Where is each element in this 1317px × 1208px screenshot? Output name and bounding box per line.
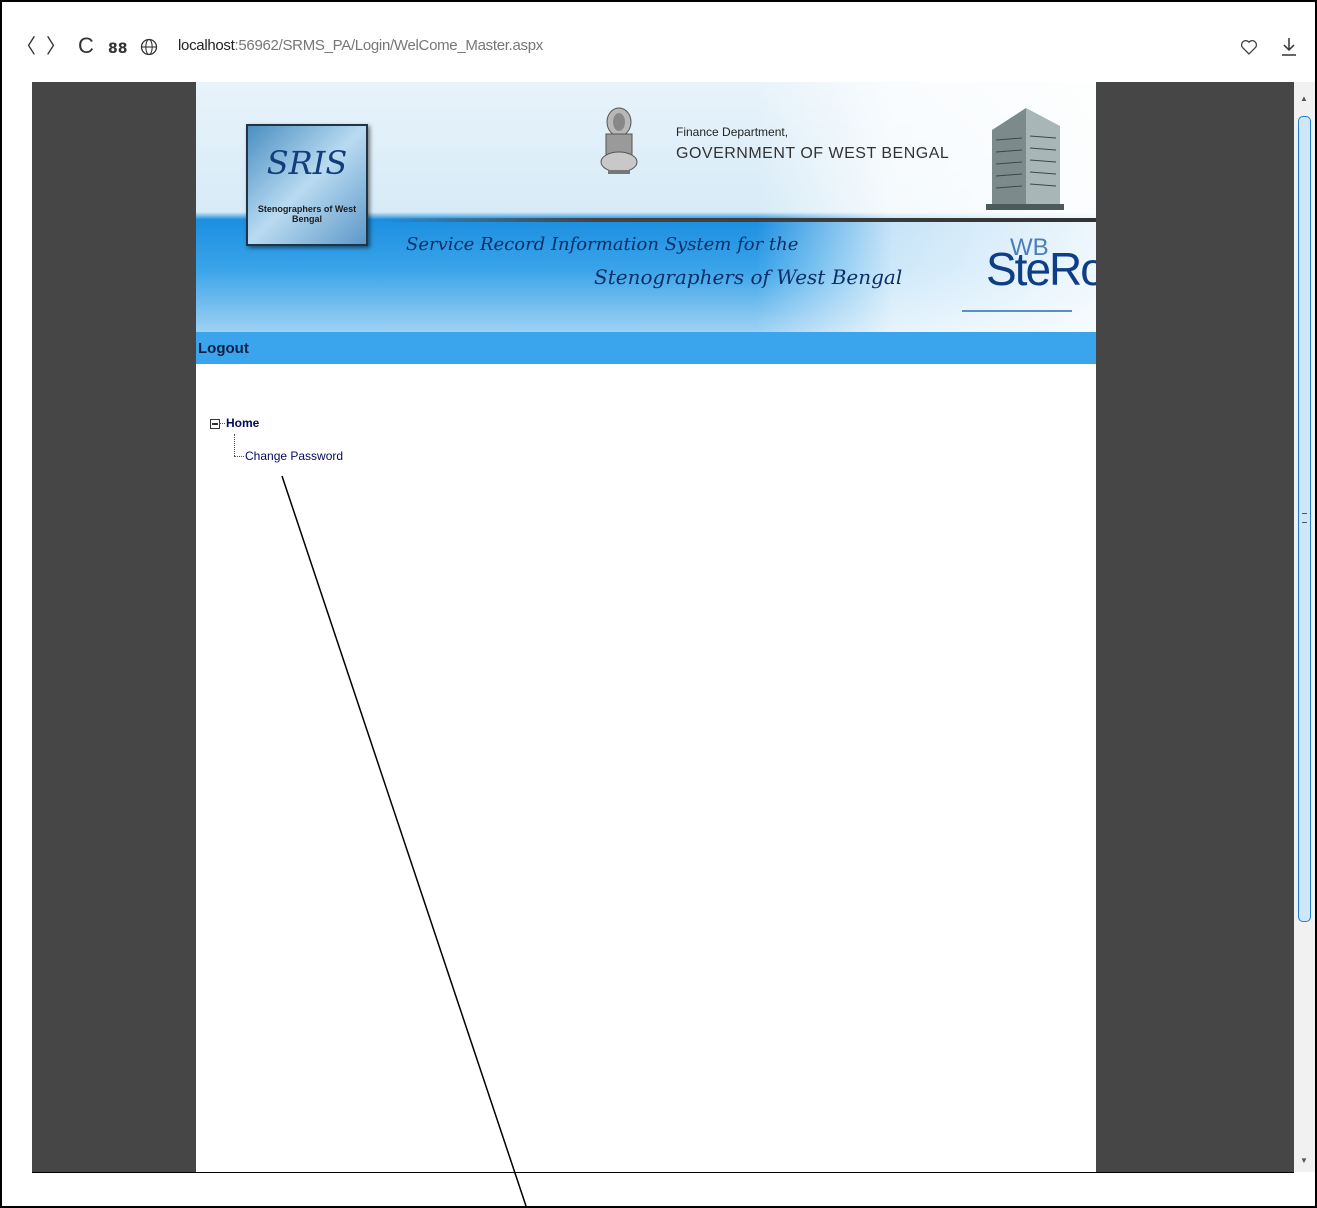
viewport-bottom-border (32, 1172, 1294, 1173)
url-text[interactable]: localhost:56962/SRMS_PA/Login/WelCome_Ma… (178, 37, 543, 54)
tree-connector-horizontal (234, 456, 244, 457)
web-page: SRIS Stenographers of West Bengal Financ… (196, 82, 1096, 1172)
logo-ring-text: Stenographers of West Bengal (257, 204, 357, 224)
sris-logo: SRIS Stenographers of West Bengal (246, 124, 368, 246)
browser-toolbar: 〈 〉 C 88 localhost:56962/SRMS_PA/Login/W… (2, 2, 1315, 82)
building-icon (986, 108, 1064, 210)
back-icon[interactable]: 〈 (16, 36, 36, 56)
url-path: :56962/SRMS_PA/Login/WelCome_Master.aspx (234, 37, 544, 54)
globe-icon (140, 38, 158, 56)
vertical-scrollbar[interactable]: ▲ ▼ (1294, 82, 1315, 1172)
screenshot-frame: 〈 〉 C 88 localhost:56962/SRMS_PA/Login/W… (0, 0, 1317, 1208)
menu-bar: Logout (196, 332, 1096, 364)
tree-connector-vertical (234, 434, 235, 456)
govt-name: GOVERNMENT OF WEST BENGAL (676, 145, 950, 162)
state-emblem-icon (600, 107, 638, 174)
tree-node-change-password[interactable]: Change Password (245, 449, 343, 463)
reload-icon[interactable]: C (78, 35, 94, 57)
brand-underline (962, 310, 1072, 312)
scrollbar-thumb[interactable] (1298, 116, 1311, 922)
tagline-line2: Stenographers of West Bengal (594, 265, 903, 289)
heart-icon[interactable] (1240, 38, 1258, 56)
tagline-line1: Service Record Information System for th… (406, 234, 799, 255)
header-banner: SRIS Stenographers of West Bengal Financ… (196, 82, 1096, 332)
stero-brand: SteRo WB (986, 234, 1096, 296)
scroll-up-icon[interactable]: ▲ (1300, 94, 1308, 103)
download-icon[interactable] (1280, 36, 1298, 58)
browser-viewport: SRIS Stenographers of West Bengal Financ… (32, 82, 1294, 1172)
apps-icon[interactable]: 88 (108, 39, 127, 59)
logout-link[interactable]: Logout (198, 340, 249, 357)
banner-divider (376, 218, 1096, 222)
collapse-icon[interactable] (210, 419, 220, 429)
tree-connector (219, 423, 225, 424)
logo-text: SRIS (266, 144, 348, 182)
tree-node-home[interactable]: Home (226, 416, 259, 430)
grip-icon (1302, 513, 1307, 523)
scroll-down-icon[interactable]: ▼ (1300, 1156, 1308, 1165)
dept-name: Finance Department, (676, 125, 789, 139)
forward-icon[interactable]: 〉 (46, 36, 66, 56)
brand-superscript: WB (1010, 234, 1049, 261)
url-host: localhost (178, 37, 235, 54)
